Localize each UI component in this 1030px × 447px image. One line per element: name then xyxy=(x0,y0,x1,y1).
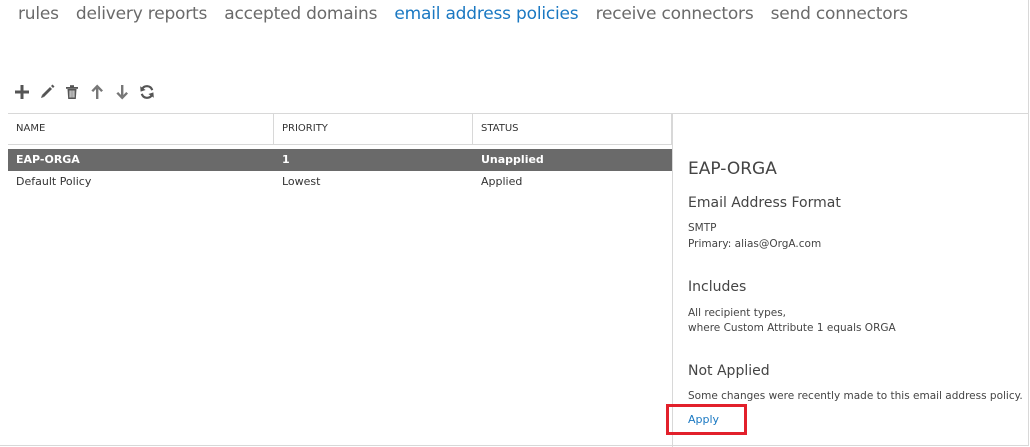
column-header-status[interactable]: STATUS xyxy=(473,114,672,144)
cell-status: Unapplied xyxy=(481,153,544,166)
nav-accepted-domains[interactable]: accepted domains xyxy=(224,4,377,24)
window-frame xyxy=(0,0,1029,446)
delete-icon xyxy=(65,85,78,99)
move-down-icon xyxy=(115,85,128,100)
email-format-value: Primary: alias@OrgA.com xyxy=(688,238,822,250)
cell-priority: 1 xyxy=(282,153,290,166)
nav-email-address-policies[interactable]: email address policies xyxy=(394,4,578,24)
toolbar xyxy=(9,82,159,102)
table-row[interactable]: EAP-ORGA 1 Unapplied xyxy=(8,149,672,171)
column-header-priority[interactable]: PRIORITY xyxy=(274,114,473,144)
column-header-name[interactable]: NAME xyxy=(8,114,274,144)
email-format-type: SMTP xyxy=(688,222,717,234)
add-button[interactable] xyxy=(9,82,34,102)
move-up-button[interactable] xyxy=(84,82,109,102)
table-row[interactable]: Default Policy Lowest Applied xyxy=(8,171,672,193)
cell-status: Applied xyxy=(481,175,523,188)
refresh-icon xyxy=(139,85,154,99)
nav-send-connectors[interactable]: send connectors xyxy=(771,4,909,24)
edit-button[interactable] xyxy=(34,82,59,102)
details-pane-divider xyxy=(672,113,673,447)
status-heading: Not Applied xyxy=(688,363,770,379)
nav-receive-connectors[interactable]: receive connectors xyxy=(596,4,754,24)
edit-icon xyxy=(40,84,54,98)
apply-highlight-box xyxy=(666,404,747,435)
delete-button[interactable] xyxy=(59,82,84,102)
table-header: NAME PRIORITY STATUS xyxy=(8,113,672,145)
email-address-format-heading: Email Address Format xyxy=(688,195,841,211)
top-nav: rules delivery reports accepted domains … xyxy=(18,4,920,28)
includes-line-1: All recipient types, xyxy=(688,307,787,319)
table-body: EAP-ORGA 1 Unapplied Default Policy Lowe… xyxy=(8,149,672,193)
details-pane-top-divider xyxy=(672,113,1028,114)
includes-line-2: where Custom Attribute 1 equals ORGA xyxy=(688,322,896,334)
policies-table: NAME PRIORITY STATUS EAP-ORGA 1 Unapplie… xyxy=(8,113,672,188)
nav-delivery-reports[interactable]: delivery reports xyxy=(76,4,207,24)
status-text: Some changes were recently made to this … xyxy=(688,390,1023,402)
cell-name: EAP-ORGA xyxy=(16,153,80,166)
refresh-button[interactable] xyxy=(134,82,159,102)
includes-heading: Includes xyxy=(688,279,747,295)
cell-name: Default Policy xyxy=(16,175,92,188)
move-up-icon xyxy=(90,84,103,99)
details-title: EAP-ORGA xyxy=(688,159,777,179)
add-icon xyxy=(14,85,29,99)
cell-priority: Lowest xyxy=(282,175,321,188)
move-down-button[interactable] xyxy=(109,82,134,102)
nav-rules[interactable]: rules xyxy=(18,4,59,24)
